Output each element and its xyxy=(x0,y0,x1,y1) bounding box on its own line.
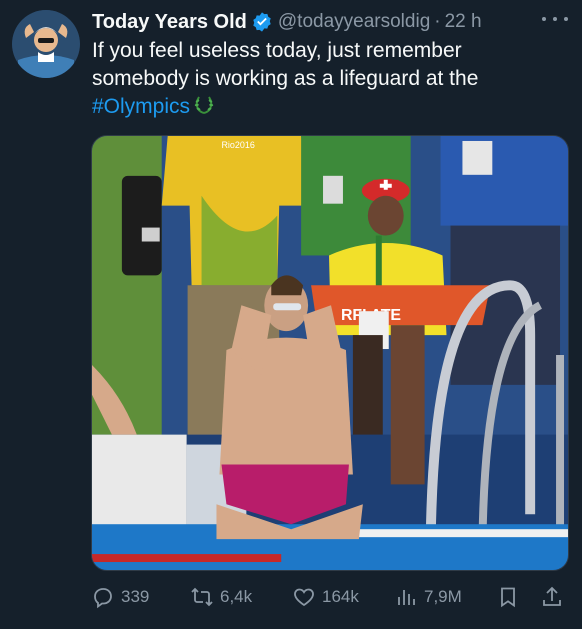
bookmark-icon xyxy=(501,587,515,608)
views-chart-icon xyxy=(398,590,415,605)
retweet-icon xyxy=(191,587,213,607)
tweet-header: Today Years Old @todayyearsoldig · 22 h xyxy=(92,10,482,34)
rio-logo-text: Rio2016 xyxy=(221,140,254,150)
retweet-count: 6,4k xyxy=(220,587,253,606)
heart-icon xyxy=(294,588,314,607)
tweet-text-line-1: If you feel useless today, just remember xyxy=(92,39,462,62)
tweet-text-line-3: #Olympics xyxy=(92,93,572,121)
olympics-hashtag-link[interactable]: #Olympics xyxy=(92,95,190,118)
reply-button[interactable]: 339 xyxy=(91,582,149,612)
like-count: 164k xyxy=(322,587,359,606)
view-count: 7,9M xyxy=(424,587,462,606)
olympic-wreath-icon xyxy=(192,93,216,117)
bookmark-button[interactable] xyxy=(496,582,520,612)
tweet-card[interactable]: Today Years Old @todayyearsoldig · 22 h … xyxy=(0,0,582,629)
tweet-timestamp[interactable]: 22 h xyxy=(445,11,482,33)
tweet-text-line-2: somebody is working as a lifeguard at th… xyxy=(92,67,479,90)
more-options-icon[interactable] xyxy=(542,8,568,30)
author-handle[interactable]: @todayyearsoldig xyxy=(278,11,430,33)
verified-badge-icon xyxy=(251,11,273,33)
reply-icon xyxy=(94,588,112,609)
retweet-button[interactable]: 6,4k xyxy=(190,582,252,612)
person-avatar-icon xyxy=(12,10,80,78)
like-button[interactable]: 164k xyxy=(292,582,359,612)
views-button[interactable]: 7,9M xyxy=(394,582,462,612)
tweet-photo[interactable]: Rio2016 RFI ATE xyxy=(91,135,569,571)
author-avatar[interactable] xyxy=(12,10,80,78)
tweet-text: If you feel useless today, just remember… xyxy=(92,37,572,121)
tweet-actions-bar: 339 6,4k 164k 7,9M xyxy=(91,582,571,612)
share-icon xyxy=(543,586,561,606)
separator-dot: · xyxy=(434,11,441,32)
photo-olympic-pool-swimmer-lifeguard: Rio2016 RFI ATE xyxy=(92,136,568,570)
share-button[interactable] xyxy=(540,582,564,612)
reply-count: 339 xyxy=(121,587,150,606)
author-display-name[interactable]: Today Years Old xyxy=(92,11,247,34)
